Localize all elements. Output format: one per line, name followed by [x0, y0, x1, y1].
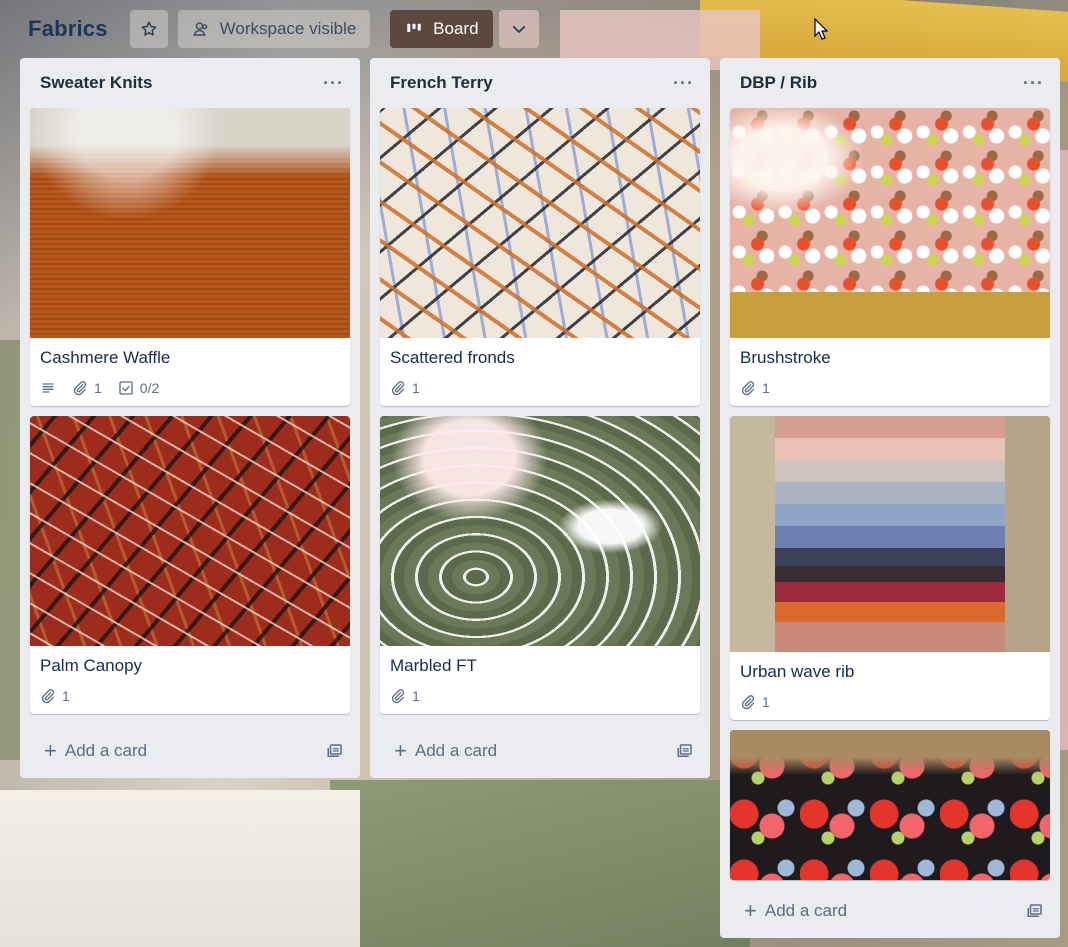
template-icon[interactable] — [326, 742, 344, 760]
card-cover-image — [380, 416, 700, 646]
card[interactable]: Scattered fronds 1 — [380, 108, 700, 406]
card[interactable]: Brushstroke 1 — [730, 108, 1050, 406]
attachment-badge: 1 — [390, 688, 420, 704]
list-french-terry: French Terry ··· Scattered fronds 1 Marb… — [370, 58, 710, 778]
paperclip-icon — [740, 694, 756, 710]
workspace-icon — [192, 20, 210, 38]
paperclip-icon — [40, 688, 56, 704]
board-header: Fabrics Workspace visible Board — [0, 0, 1068, 58]
star-icon — [140, 20, 158, 38]
background-fabric — [330, 780, 750, 947]
card-cover-image — [30, 108, 350, 338]
list-title[interactable]: Sweater Knits — [40, 73, 152, 93]
chevron-down-icon — [510, 20, 528, 38]
plus-icon: + — [394, 738, 407, 763]
attachment-badge: 1 — [40, 688, 70, 704]
add-card-label: Add a card — [764, 901, 848, 920]
card-cover-image — [730, 416, 1050, 652]
add-card-label: Add a card — [414, 741, 498, 760]
attachment-badge: 1 — [740, 694, 770, 710]
visibility-label: Workspace visible — [219, 19, 357, 38]
card-title: Scattered fronds — [390, 348, 515, 367]
checklist-count: 0/2 — [139, 380, 160, 396]
plus-icon: + — [44, 738, 57, 763]
paperclip-icon — [390, 380, 406, 396]
card-title: Brushstroke — [740, 348, 831, 367]
ellipsis-icon[interactable]: ··· — [673, 73, 694, 94]
template-icon[interactable] — [1026, 902, 1044, 920]
card-title: Urban wave rib — [740, 662, 855, 681]
star-button[interactable] — [129, 10, 168, 48]
attachment-count: 1 — [412, 380, 420, 396]
attachment-badge: 1 — [740, 380, 770, 396]
card-cover-image — [30, 416, 350, 646]
card[interactable]: Urban wave rib 1 — [730, 416, 1050, 720]
paperclip-icon — [390, 688, 406, 704]
list-dbp-rib: DBP / Rib ··· Brushstroke 1 Urban wave r… — [720, 58, 1060, 938]
board-title[interactable]: Fabrics — [28, 16, 108, 42]
description-icon — [40, 380, 56, 396]
checklist-icon — [118, 380, 134, 396]
checklist-badge: 0/2 — [118, 380, 159, 396]
background-fabric — [0, 340, 22, 760]
add-card-button[interactable]: + Add a card — [744, 900, 847, 922]
ellipsis-icon[interactable]: ··· — [323, 73, 344, 94]
paperclip-icon — [740, 380, 756, 396]
card-title: Cashmere Waffle — [40, 348, 171, 367]
card[interactable]: Marbled FT 1 — [380, 416, 700, 714]
attachment-count: 1 — [762, 694, 770, 710]
card-cover-image — [380, 108, 700, 338]
template-icon[interactable] — [676, 742, 694, 760]
attachment-count: 1 — [412, 688, 420, 704]
card-cover-image — [730, 730, 1050, 880]
add-card-button[interactable]: + Add a card — [394, 740, 497, 762]
plus-icon: + — [744, 898, 757, 923]
list-title[interactable]: French Terry — [390, 73, 493, 93]
add-card-label: Add a card — [64, 741, 148, 760]
list-sweater-knits: Sweater Knits ··· Cashmere Waffle 1 0/2 … — [20, 58, 360, 778]
card[interactable] — [730, 730, 1050, 880]
board-view-button[interactable]: Board — [390, 10, 494, 48]
card[interactable]: Cashmere Waffle 1 0/2 — [30, 108, 350, 406]
attachment-badge: 1 — [390, 380, 420, 396]
ellipsis-icon[interactable]: ··· — [1023, 73, 1044, 94]
card[interactable]: Palm Canopy 1 — [30, 416, 350, 714]
card-title: Marbled FT — [390, 656, 477, 675]
attachment-count: 1 — [94, 380, 102, 396]
card-cover-image — [730, 108, 1050, 338]
list-title[interactable]: DBP / Rib — [740, 73, 817, 93]
view-switcher-button[interactable] — [499, 10, 540, 48]
mouse-cursor-icon — [814, 17, 829, 45]
paperclip-icon — [72, 380, 88, 396]
card-title: Palm Canopy — [40, 656, 143, 675]
add-card-button[interactable]: + Add a card — [44, 740, 147, 762]
attachment-count: 1 — [762, 380, 770, 396]
attachment-badge: 1 — [72, 380, 102, 396]
background-fabric — [0, 790, 360, 947]
board-icon — [405, 20, 423, 38]
attachment-count: 1 — [62, 688, 70, 704]
visibility-button[interactable]: Workspace visible — [177, 10, 371, 48]
board-view-label: Board — [433, 19, 479, 38]
